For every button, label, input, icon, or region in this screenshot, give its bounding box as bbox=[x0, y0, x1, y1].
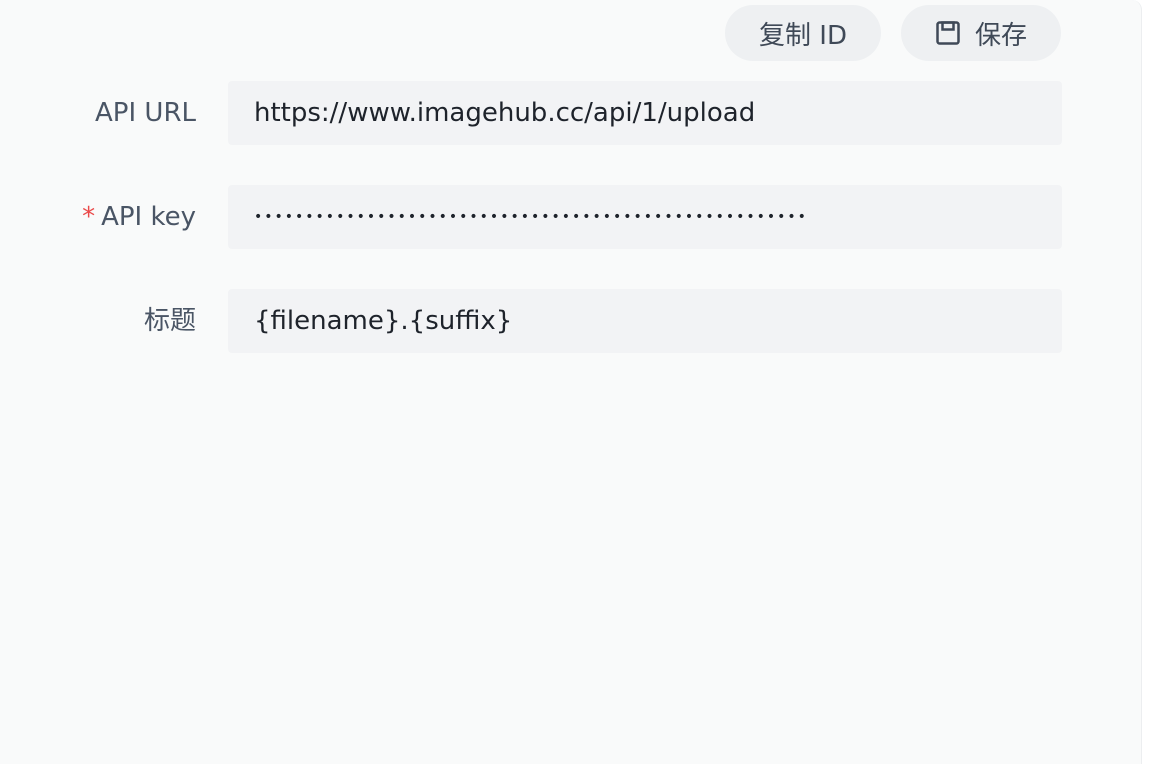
api-url-row: API URL bbox=[0, 81, 1062, 145]
copy-id-button[interactable]: 复制 ID bbox=[725, 5, 881, 61]
api-key-label: API key bbox=[101, 202, 196, 232]
title-input[interactable] bbox=[228, 289, 1062, 353]
floppy-disk-icon bbox=[935, 20, 961, 46]
save-button-label: 保存 bbox=[974, 20, 1027, 51]
title-label: 标题 bbox=[143, 306, 196, 336]
settings-panel: 复制 ID 保存 API URL *API key ••••••••••••••… bbox=[0, 0, 1142, 764]
api-key-row: * API key •••••••••••••••••••••••••••••••… bbox=[0, 185, 1062, 249]
api-key-input[interactable]: ••••••••••••••••••••••••••••••••••••••••… bbox=[228, 185, 1062, 249]
required-asterisk: * bbox=[82, 202, 96, 232]
copy-id-button-label: 复制 ID bbox=[759, 20, 847, 51]
action-toolbar: 复制 ID 保存 bbox=[725, 5, 1061, 61]
api-url-label: API URL bbox=[95, 98, 196, 128]
api-url-input[interactable] bbox=[228, 81, 1062, 145]
api-key-masked-value: ••••••••••••••••••••••••••••••••••••••••… bbox=[254, 209, 808, 225]
title-row: 标题 bbox=[0, 289, 1062, 353]
save-button[interactable]: 保存 bbox=[901, 5, 1061, 61]
api-key-label-group: * API key bbox=[82, 185, 196, 249]
